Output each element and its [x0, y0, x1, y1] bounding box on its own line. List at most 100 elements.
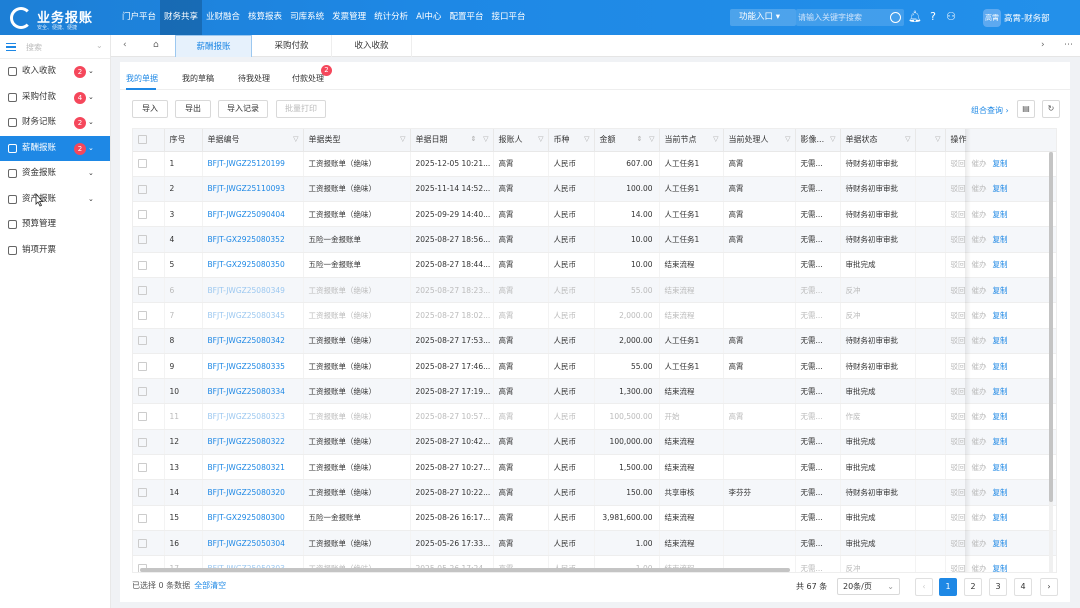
filter-icon[interactable]: ▽ [935, 135, 940, 143]
filter-icon[interactable]: ▽ [483, 135, 488, 143]
action-reject[interactable]: 驳回 [951, 513, 966, 522]
cell-code[interactable]: BFJT-JWGZ25080321 [202, 454, 304, 481]
menu-icon[interactable] [6, 43, 16, 51]
sidebar-item[interactable]: 资产报账⌄ [0, 187, 110, 213]
vertical-scrollbar[interactable] [1049, 152, 1053, 572]
table-row[interactable]: 12 BFJT-JWGZ25080322 工资报账单（绝味） 2025-08-27 1… [133, 429, 1056, 456]
select-all-checkbox[interactable] [133, 129, 165, 152]
table-row[interactable]: 14 BFJT-JWGZ25080320 工资报账单（绝味） 2025-08-27 1… [133, 479, 1056, 506]
action-reject[interactable]: 驳回 [951, 159, 966, 168]
row-checkbox[interactable] [133, 454, 165, 481]
help-icon[interactable]: ? [926, 10, 940, 24]
import-button[interactable]: 导入 [132, 100, 168, 118]
row-checkbox[interactable] [133, 226, 165, 253]
table-row[interactable]: 13 BFJT-JWGZ25080321 工资报账单（绝味） 2025-08-27 1… [133, 454, 1056, 481]
sort-icon[interactable]: ⇕ [471, 135, 477, 143]
row-checkbox[interactable] [133, 378, 165, 405]
user-name[interactable]: 高霄-财务部 [1004, 12, 1050, 24]
filter-icon[interactable]: ▽ [830, 135, 835, 143]
home-icon[interactable]: ⌂ [153, 40, 159, 50]
table-row[interactable]: 7 BFJT-JWGZ25080345 工资报账单（绝味） 2025-08-27 18… [133, 302, 1056, 329]
action-copy[interactable]: 复制 [993, 412, 1008, 421]
table-row[interactable]: 4 BFJT-GX2925080352 五险一金报账单 2025-08-27 18:5… [133, 226, 1056, 253]
cell-code[interactable]: BFJT-JWGZ25080342 [202, 328, 304, 354]
action-reject[interactable]: 驳回 [951, 412, 966, 421]
combo-query-link[interactable]: 组合查询 › [971, 105, 1009, 116]
page-button[interactable]: 4 [1014, 578, 1032, 596]
sidebar-item[interactable]: 预算管理 [0, 212, 110, 238]
action-reject[interactable]: 驳回 [951, 286, 966, 295]
action-reject[interactable]: 驳回 [951, 564, 966, 572]
cell-code[interactable]: BFJT-JWGZ25080320 [202, 479, 304, 506]
table-row[interactable]: 2 BFJT-JWGZ25110093 工资报账单（绝味） 2025-11-14 14… [133, 176, 1056, 203]
chevron-right-icon[interactable]: › [1041, 40, 1045, 50]
cell-code[interactable]: BFJT-GX2925080350 [202, 252, 304, 278]
action-urge[interactable]: 催办 [972, 336, 987, 345]
sidebar-item[interactable]: 采购付款 4 ⌄ [0, 85, 110, 111]
action-copy[interactable]: 复制 [993, 488, 1008, 497]
cell-code[interactable]: BFJT-JWGZ25110093 [202, 176, 304, 203]
cell-code[interactable]: BFJT-JWGZ25080322 [202, 429, 304, 456]
action-reject[interactable]: 驳回 [951, 311, 966, 320]
table-row[interactable]: 6 BFJT-JWGZ25080349 工资报账单（绝味） 2025-08-27 18… [133, 277, 1056, 304]
row-checkbox[interactable] [133, 176, 165, 203]
export-button[interactable]: 导出 [175, 100, 211, 118]
action-reject[interactable]: 驳回 [951, 362, 966, 371]
table-row[interactable]: 9 BFJT-JWGZ25080335 工资报账单（绝味） 2025-08-27 17… [133, 353, 1056, 380]
action-urge[interactable]: 催办 [972, 286, 987, 295]
page-button[interactable]: 3 [989, 578, 1007, 596]
table-row[interactable]: 1 BFJT-JWGZ25120199 工资报账单（绝味） 2025-12-05 10… [133, 151, 1056, 177]
page-button[interactable]: 2 [964, 578, 982, 596]
table-row[interactable]: 10 BFJT-JWGZ25080334 工资报账单（绝味） 2025-08-27 1… [133, 378, 1056, 405]
user-settings-icon[interactable]: ⚇ [944, 10, 958, 24]
avatar[interactable]: 高霄 [983, 9, 1001, 27]
column-settings-icon[interactable]: ▤ [1017, 100, 1035, 118]
sort-icon[interactable]: ⇕ [637, 135, 643, 143]
action-copy[interactable]: 复制 [993, 184, 1008, 193]
row-checkbox[interactable] [133, 479, 165, 506]
filter-icon[interactable]: ▽ [713, 135, 718, 143]
action-reject[interactable]: 驳回 [951, 260, 966, 269]
action-urge[interactable]: 催办 [972, 362, 987, 371]
cell-code[interactable]: BFJT-GX2925080352 [202, 226, 304, 253]
sidebar-item[interactable]: 收入收款 2 ⌄ [0, 59, 110, 85]
action-reject[interactable]: 驳回 [951, 387, 966, 396]
row-checkbox[interactable] [133, 302, 165, 329]
filter-icon[interactable]: ▽ [538, 135, 543, 143]
action-urge[interactable]: 催办 [972, 463, 987, 472]
cell-code[interactable]: BFJT-JWGZ25080335 [202, 353, 304, 380]
topnav-item[interactable]: AI中心 [412, 0, 445, 35]
action-urge[interactable]: 催办 [972, 539, 987, 548]
action-reject[interactable]: 驳回 [951, 184, 966, 193]
import-log-button[interactable]: 导入记录 [218, 100, 268, 118]
row-checkbox[interactable] [133, 353, 165, 380]
app-logo[interactable]: 业务报账 安全、便捷、便捷 [10, 5, 110, 31]
action-urge[interactable]: 催办 [972, 412, 987, 421]
page-button[interactable]: 1 [939, 578, 957, 596]
cell-code[interactable]: BFJT-JWGZ25080345 [202, 302, 304, 329]
action-copy[interactable]: 复制 [993, 311, 1008, 320]
cell-code[interactable]: BFJT-JWGZ25080334 [202, 378, 304, 405]
cell-code[interactable]: BFJT-JWGZ25080349 [202, 277, 304, 304]
subtab[interactable]: 我的草稿 [182, 73, 214, 84]
horizontal-scrollbar[interactable] [140, 568, 790, 572]
action-reject[interactable]: 驳回 [951, 539, 966, 548]
cell-code[interactable]: BFJT-JWGZ25120199 [202, 151, 304, 177]
cell-code[interactable]: BFJT-JWGZ25090404 [202, 201, 304, 228]
sidebar-item[interactable]: 薪酬报账 2 ⌄ [0, 135, 110, 161]
action-reject[interactable]: 驳回 [951, 210, 966, 219]
action-urge[interactable]: 催办 [972, 564, 987, 572]
topnav-item[interactable]: 核算报表 [244, 0, 286, 35]
table-row[interactable]: 15 BFJT-GX2925080300 五险一金报账单 2025-08-26 16:… [133, 505, 1056, 531]
page-tab[interactable]: 收入收款 [332, 35, 412, 57]
cell-code[interactable]: BFJT-GX2925080300 [202, 505, 304, 531]
sidebar-item[interactable]: 财务记账 2 ⌄ [0, 110, 110, 136]
action-urge[interactable]: 催办 [972, 513, 987, 522]
action-urge[interactable]: 催办 [972, 159, 987, 168]
action-copy[interactable]: 复制 [993, 235, 1008, 244]
action-copy[interactable]: 复制 [993, 513, 1008, 522]
filter-icon[interactable]: ▽ [584, 135, 589, 143]
action-urge[interactable]: 催办 [972, 210, 987, 219]
chevron-left-icon[interactable]: ‹ [123, 40, 127, 50]
subtab[interactable]: 付款处理 2 [292, 65, 332, 84]
